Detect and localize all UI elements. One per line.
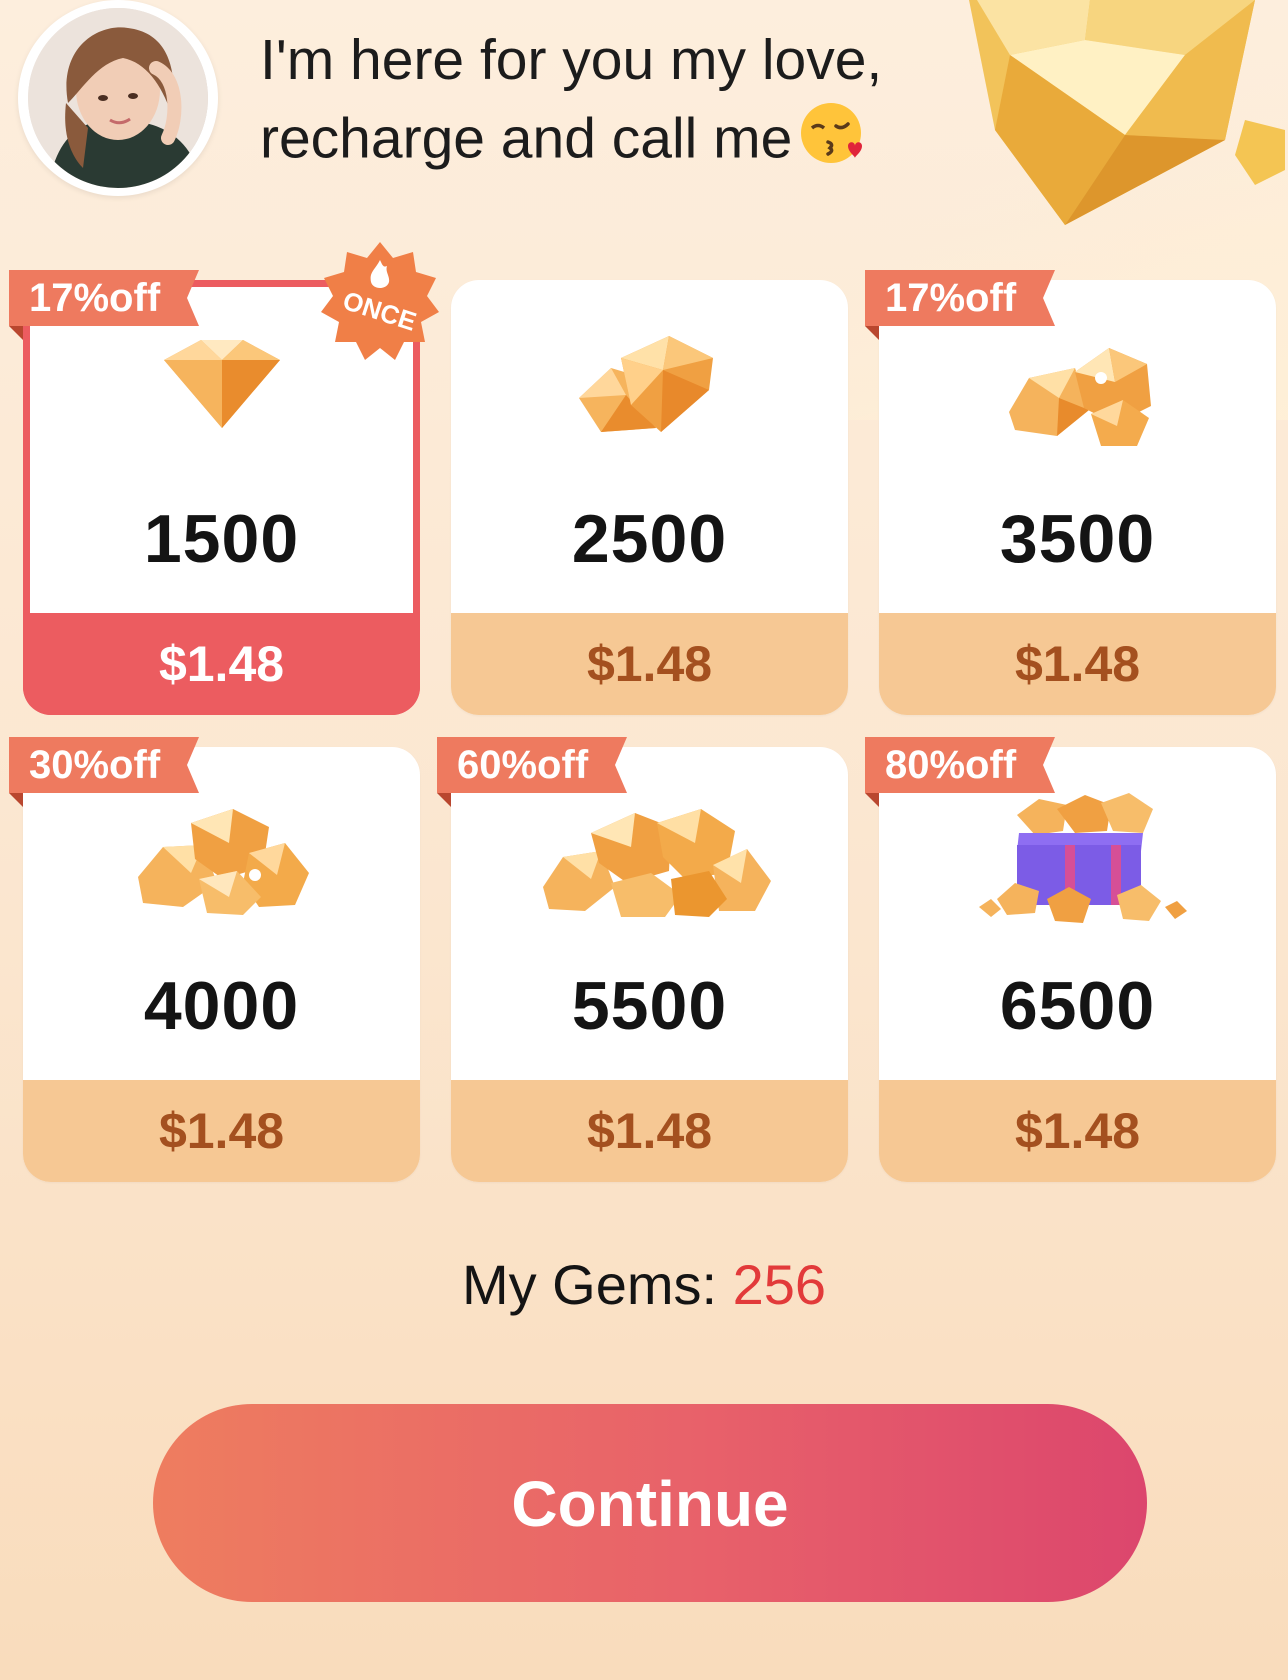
- discount-label: 80%off: [885, 743, 1017, 787]
- discount-ribbon: 60%off: [437, 737, 627, 807]
- price-label: $1.48: [23, 1080, 420, 1182]
- discount-label: 60%off: [457, 743, 589, 787]
- avatar: [18, 0, 218, 196]
- once-badge: ONCE: [315, 238, 445, 368]
- discount-ribbon: 17%off: [9, 270, 199, 340]
- price-label: $1.48: [451, 613, 848, 715]
- gem-balance: My Gems: 256: [0, 1252, 1288, 1317]
- gem-pile-large-icon: [543, 809, 771, 917]
- greeting-line-2-text: recharge and call me: [260, 106, 793, 171]
- package-grid: 1500 $1.48 2500 $1.48 3500 $1.48 4000 $1…: [9, 242, 1277, 1182]
- package-card-3500[interactable]: 3500 $1.48: [879, 280, 1276, 715]
- package-card-2500[interactable]: 2500 $1.48: [451, 280, 848, 715]
- greeting-line-2: recharge and call me: [260, 98, 940, 187]
- discount-label: 30%off: [29, 743, 161, 787]
- price-label: $1.48: [451, 1080, 848, 1182]
- gem-amount: 2500: [571, 501, 728, 577]
- price-label: $1.48: [879, 613, 1276, 715]
- package-card-6500[interactable]: 6500 $1.48: [879, 747, 1276, 1182]
- gem-pile-small-icon: [1009, 348, 1151, 446]
- greeting-message: I'm here for you my love, recharge and c…: [260, 22, 940, 187]
- gem-amount: 5500: [571, 968, 728, 1044]
- price-label: $1.48: [879, 1080, 1276, 1182]
- recharge-screen: I'm here for you my love, recharge and c…: [0, 0, 1288, 1680]
- avatar-photo: [28, 8, 208, 188]
- discount-ribbon: 80%off: [865, 737, 1055, 807]
- discount-ribbon: 17%off: [865, 270, 1055, 340]
- gem-amount: 3500: [999, 501, 1156, 577]
- discount-label: 17%off: [29, 276, 161, 320]
- gem-gift-box-icon: [979, 793, 1187, 923]
- gem-amount: 4000: [143, 968, 300, 1044]
- discount-label: 17%off: [885, 276, 1017, 320]
- gem-amount: 6500: [999, 968, 1156, 1044]
- package-card-4000[interactable]: 4000 $1.48: [23, 747, 420, 1182]
- continue-button[interactable]: Continue: [153, 1404, 1147, 1602]
- decorative-gem-icon: [969, 0, 1285, 225]
- gem-balance-label: My Gems:: [461, 1253, 718, 1316]
- greeting-line-1: I'm here for you my love,: [260, 28, 883, 92]
- discount-ribbon: 30%off: [9, 737, 199, 807]
- gem-pair-icon: [579, 336, 713, 432]
- gem-balance-count: 256: [732, 1253, 827, 1316]
- gem-amount: 1500: [143, 501, 300, 577]
- price-label: $1.48: [23, 613, 420, 715]
- gem-pile-medium-icon: [138, 809, 309, 915]
- package-card-5500[interactable]: 5500 $1.48: [451, 747, 848, 1182]
- kissing-face-emoji-icon: [796, 98, 866, 187]
